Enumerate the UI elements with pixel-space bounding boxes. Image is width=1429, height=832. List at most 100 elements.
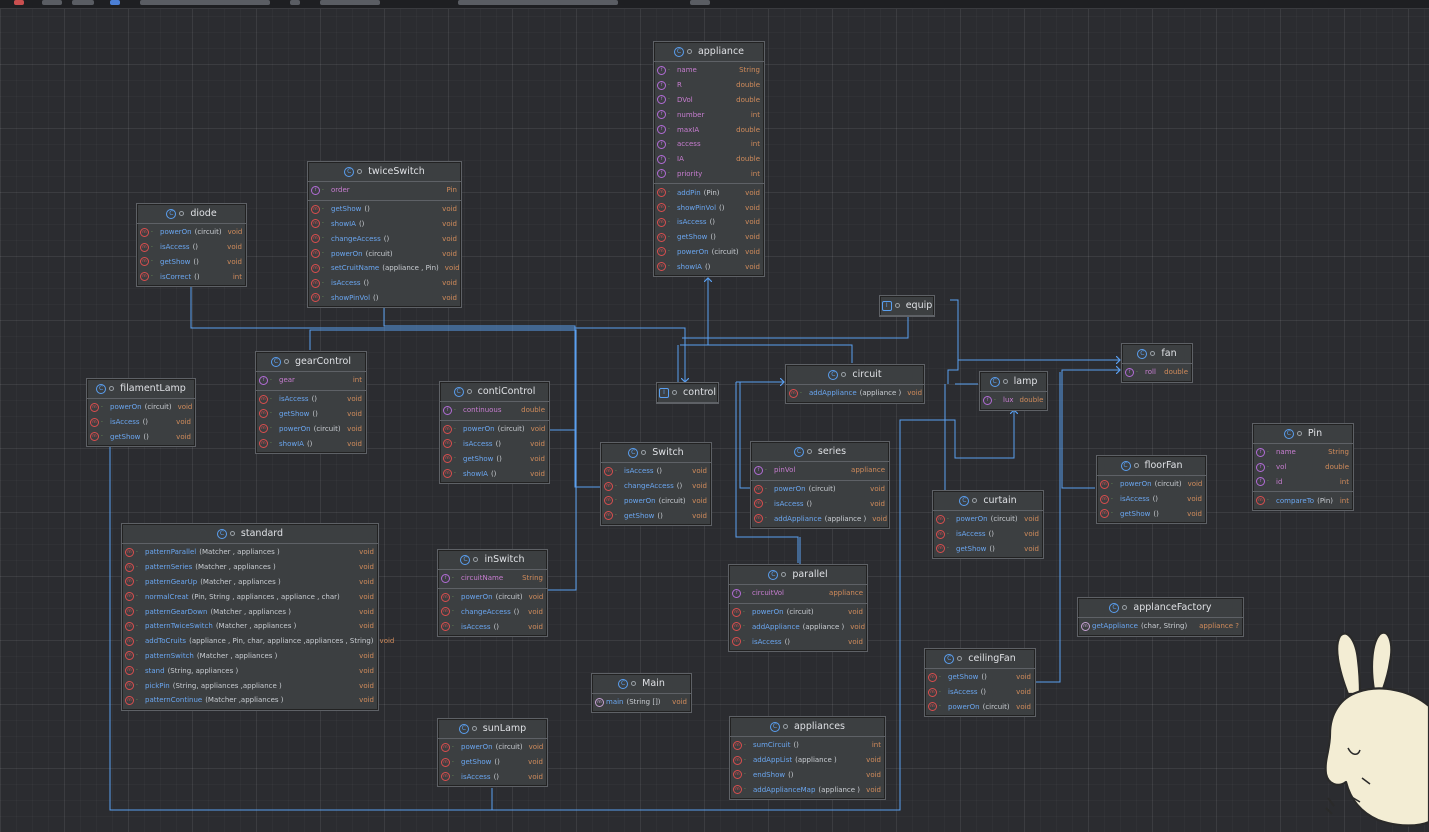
field-row[interactable]: f · pinVol appliance — [751, 463, 889, 478]
toolbar-icon[interactable] — [690, 0, 710, 5]
method-row[interactable]: m · isAccess() void — [729, 634, 867, 649]
method-row[interactable]: m · powerOn (circuit) void — [729, 605, 867, 620]
class-header[interactable]: Cparallel — [729, 565, 867, 585]
class-header[interactable]: Ccircuit — [786, 365, 924, 385]
class-Switch[interactable]: C Switch m · isAccess() void m · changeAccess() v… — [600, 442, 712, 527]
class-gearControl[interactable]: CgearControl f · gear int m · isAccess() void m · g… — [255, 351, 367, 454]
class-standard[interactable]: Cstandard m · patternParallel (Matcher , app… — [121, 523, 394, 711]
class-header[interactable]: Cstandard — [122, 524, 378, 544]
method-row[interactable]: m · patternParallel (Matcher , appliances )… — [122, 545, 378, 560]
class-fan[interactable]: Cfan f · roll double — [1121, 343, 1193, 383]
field-row[interactable]: f · number int — [654, 107, 764, 122]
method-row[interactable]: m · stand (String, appliances ) void — [122, 663, 378, 678]
class-ceilingFan[interactable]: CceilingFan m · getShow() void m · isAccess() vo… — [924, 648, 1036, 718]
method-row[interactable]: m · sumCircuit() int — [730, 738, 885, 753]
method-row[interactable]: m · powerOn (circuit) void — [601, 494, 711, 509]
class-header[interactable]: Cdiode — [137, 204, 246, 224]
method-row[interactable]: m · powerOn (circuit) void — [751, 482, 889, 497]
method-row[interactable]: m · endShow() void — [730, 768, 885, 783]
method-row[interactable]: m · isAccess() void — [654, 215, 764, 230]
interface-control[interactable]: Icontrol — [656, 382, 719, 404]
method-row[interactable]: m · isAccess() void — [440, 437, 549, 452]
class-header[interactable]: CapplanceFactory — [1078, 598, 1243, 618]
method-row[interactable]: m · powerOn (circuit) void — [87, 400, 195, 415]
class-lamp[interactable]: Clamp f · lux double — [979, 371, 1048, 411]
field-row[interactable]: f · Rdouble — [654, 78, 764, 93]
method-row[interactable]: m · addPin (Pin) void — [654, 185, 764, 200]
class-header[interactable]: Iequip — [880, 296, 934, 316]
method-row[interactable]: m · powerOn (circuit) void — [256, 421, 366, 436]
method-row[interactable]: m · addAppliance (appliance ) void — [729, 620, 867, 635]
field-row[interactable]: f · continuous double — [440, 403, 549, 418]
field-row[interactable]: f · order Pin — [308, 183, 461, 198]
toolbar-icon[interactable] — [110, 0, 120, 5]
class-inSwitch[interactable]: CinSwitch f · circuitName String m · powerOn (ci… — [437, 549, 548, 638]
class-header[interactable]: Cappliances — [730, 717, 885, 737]
class-header[interactable]: C Main — [592, 674, 691, 694]
method-row[interactable]: m · pickPin (String, appliances ,appliance … — [122, 678, 378, 693]
method-row[interactable]: m · isAccess() void — [1097, 492, 1206, 507]
method-row[interactable]: m · addApplianceMap (appliance ) void — [730, 782, 885, 797]
method-row[interactable]: m · getShow() void — [256, 407, 366, 422]
method-row[interactable]: m · isAccess() void — [925, 685, 1035, 700]
toolbar-icon[interactable] — [14, 0, 24, 5]
method-row[interactable]: m · getShow() void — [440, 451, 549, 466]
method-row[interactable]: m · isAccess() void — [438, 770, 547, 785]
method-row[interactable]: m · getShow() void — [308, 202, 461, 217]
method-row[interactable]: m · getShow() void — [137, 255, 246, 270]
method-row[interactable]: m · compareTo (Pin) int — [1253, 493, 1353, 508]
field-row[interactable]: f · priority int — [654, 167, 764, 182]
method-row[interactable]: m · isAccess() void — [751, 497, 889, 512]
class-series[interactable]: Cseries f · pinVol appliance m · powerOn (circui… — [750, 441, 890, 530]
field-row[interactable]: f · maxIA double — [654, 122, 764, 137]
class-header[interactable]: CinSwitch — [438, 550, 547, 570]
method-row[interactable]: m · showIA() void — [654, 259, 764, 274]
class-applanceFactory[interactable]: CapplanceFactory m getAppliance (char, Stri… — [1077, 597, 1244, 637]
class-appliances[interactable]: Cappliances m · sumCircuit() int m · addAppList… — [729, 716, 886, 801]
field-row[interactable]: f · vol double — [1253, 460, 1353, 475]
field-row[interactable]: f · lux double — [980, 393, 1047, 408]
method-row[interactable]: m · showIA() void — [308, 217, 461, 232]
class-header[interactable]: CsunLamp — [438, 719, 547, 739]
method-row[interactable]: m · isAccess() void — [933, 527, 1043, 542]
method-row[interactable]: m · isAccess() void — [256, 392, 366, 407]
method-row[interactable]: m · changeAccess() void — [601, 479, 711, 494]
field-row[interactable]: f · gear int — [256, 373, 366, 388]
class-header[interactable]: Ccurtain — [933, 491, 1043, 511]
method-row[interactable]: m · changeAccess() void — [308, 231, 461, 246]
interface-equip[interactable]: Iequip — [879, 295, 935, 317]
class-header[interactable]: CtwiceSwitch — [308, 162, 461, 182]
method-row[interactable]: m · patternGearDown (Matcher , appliances )… — [122, 604, 378, 619]
method-row[interactable]: m · powerOn (circuit) void — [308, 246, 461, 261]
method-row[interactable]: m · powerOn (circuit) void — [1097, 477, 1206, 492]
class-header[interactable]: Clamp — [980, 372, 1047, 392]
class-header[interactable]: Cappliance — [654, 42, 764, 62]
method-row[interactable]: m · powerOn (circuit) void — [137, 225, 246, 240]
field-row[interactable]: f · name String — [1253, 445, 1353, 460]
method-row[interactable]: m · showPinVol() void — [308, 291, 461, 306]
class-sunLamp[interactable]: CsunLamp m · powerOn (circuit) void m · getShow(… — [437, 718, 548, 788]
field-row[interactable]: f · circuitVol appliance — [729, 586, 867, 601]
method-row[interactable]: m · powerOn (circuit) void — [933, 512, 1043, 527]
method-row[interactable]: m · normalCreat (Pin, String , appliances ,… — [122, 589, 378, 604]
class-parallel[interactable]: Cparallel f · circuitVol appliance m · powerOn(… — [728, 564, 868, 653]
method-row[interactable]: m · isAccess() void — [601, 464, 711, 479]
method-row[interactable]: m · patternSwitch (Matcher , appliances ) vo… — [122, 649, 378, 664]
method-row[interactable]: m · patternSeries (Matcher , appliances ) vo… — [122, 560, 378, 575]
method-row[interactable]: m · getShow() void — [1097, 507, 1206, 522]
class-header[interactable]: C Pin — [1253, 424, 1353, 444]
method-row[interactable]: m · powerOn (circuit) void — [440, 422, 549, 437]
method-row[interactable]: m · patternContinue (Matcher ,appliances ) v… — [122, 693, 378, 708]
field-row[interactable]: f · DVol double — [654, 93, 764, 108]
field-row[interactable]: f · name String — [654, 63, 764, 78]
toolbar-icon[interactable] — [290, 0, 300, 5]
method-row[interactable]: m · getShow() void — [654, 230, 764, 245]
class-header[interactable]: Cseries — [751, 442, 889, 462]
method-row[interactable]: m · changeAccess() void — [438, 605, 547, 620]
class-appliance[interactable]: Cappliance f · name String f · Rdouble f · DVol dou… — [653, 41, 765, 278]
method-row[interactable]: m · addAppliance (appliance ) void — [751, 511, 889, 526]
method-row[interactable]: m · getShow() void — [933, 542, 1043, 557]
class-Pin[interactable]: C Pin f · name String f · vol double f · id int m · comp… — [1252, 423, 1354, 512]
class-header[interactable]: C Switch — [601, 443, 711, 463]
method-row[interactable]: m · isAccess() void — [308, 276, 461, 291]
